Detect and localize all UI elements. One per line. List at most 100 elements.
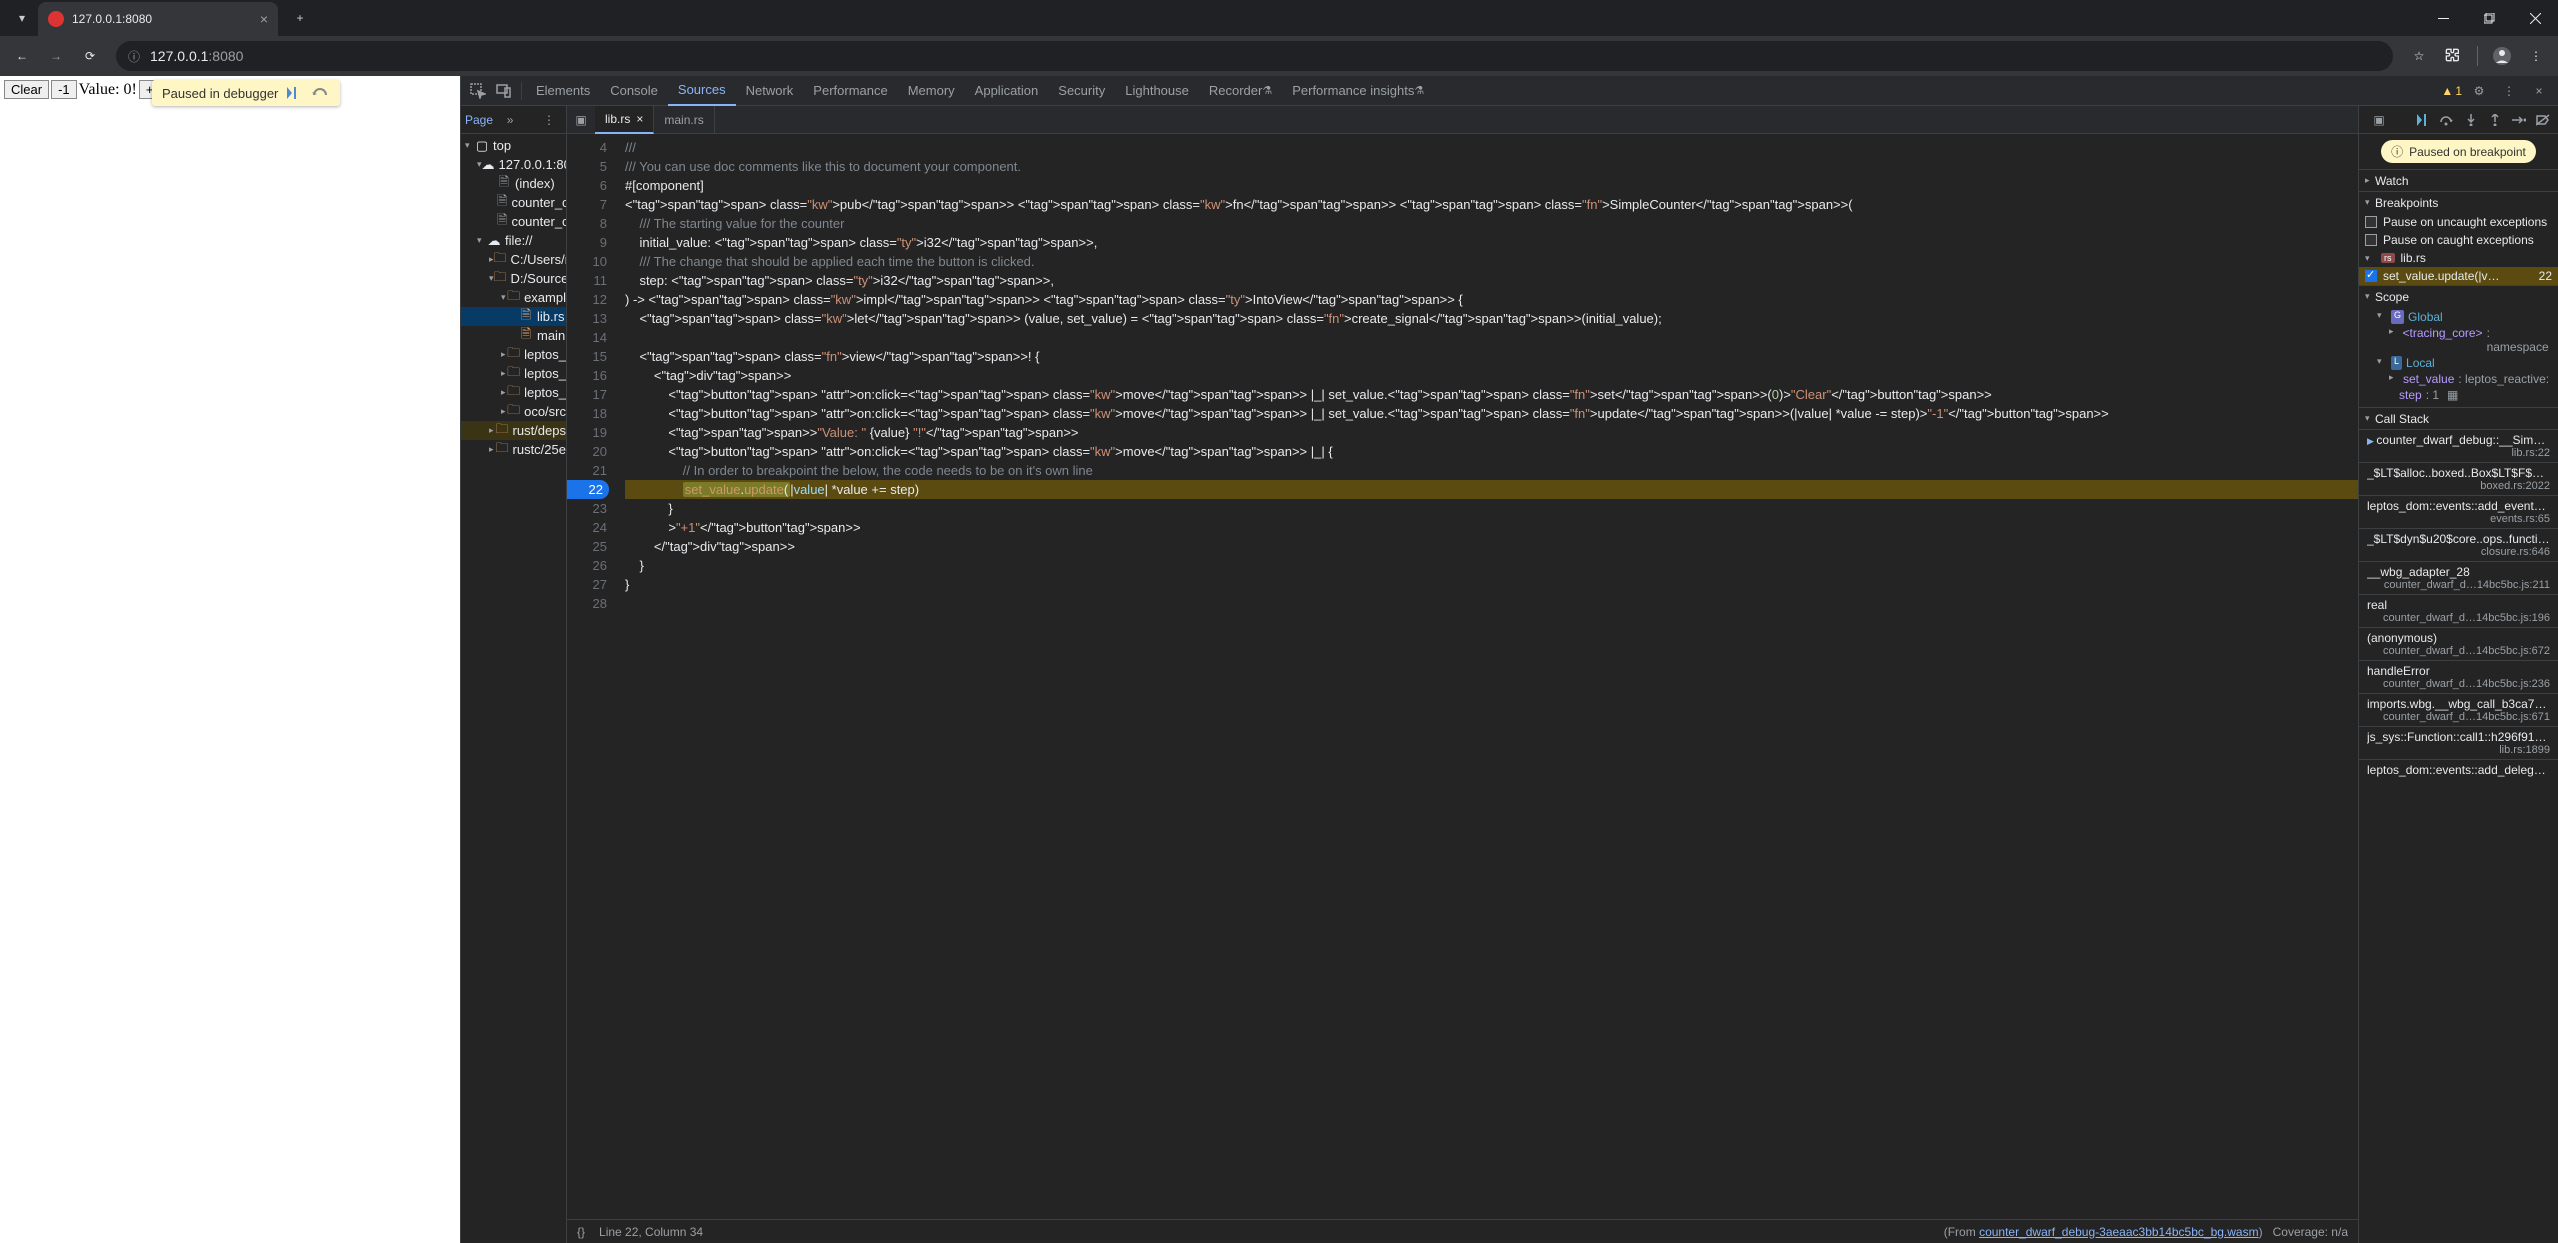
devtools-tab-security[interactable]: Security xyxy=(1048,76,1115,106)
maximize-button[interactable] xyxy=(2466,0,2512,36)
devtools-tabbar: ElementsConsoleSourcesNetworkPerformance… xyxy=(461,76,2558,106)
watch-section[interactable]: ▸Watch xyxy=(2359,169,2558,191)
overlay-resume-button[interactable] xyxy=(284,84,304,102)
browser-titlebar: ▾ 127.0.0.1:8080 × + xyxy=(0,0,2558,36)
page-viewport: Clear -1 Value: 0! +1 Paused in debugger xyxy=(0,76,460,1243)
devtools-tab-lighthouse[interactable]: Lighthouse xyxy=(1115,76,1199,106)
paused-banner: ⓘ Paused on breakpoint xyxy=(2381,140,2536,163)
address-bar[interactable]: ⓘ 127.0.0.1:8080 xyxy=(116,41,2393,71)
new-tab-button[interactable]: + xyxy=(286,4,314,32)
step-out-button[interactable] xyxy=(2486,111,2504,129)
navigator-menu-button[interactable]: ⋮ xyxy=(536,107,562,133)
scope-section[interactable]: ▾Scope xyxy=(2359,285,2558,307)
file-tabbar: ▣ lib.rs×main.rs xyxy=(567,106,2358,134)
devtools-tab-performance-insights[interactable]: Performance insights ⚗ xyxy=(1282,76,1434,106)
devtools-tab-recorder[interactable]: Recorder ⚗ xyxy=(1199,76,1282,106)
callstack-frame[interactable]: _$LT$alloc..boxed..Box$LT$F$C$…boxed.rs:… xyxy=(2359,462,2558,495)
pause-uncaught-toggle[interactable]: Pause on uncaught exceptions xyxy=(2359,213,2558,231)
breakpoint-row[interactable]: set_value.update(|v…22 xyxy=(2359,267,2558,285)
callstack-frame[interactable]: handleErrorcounter_dwarf_d…14bc5bc.js:23… xyxy=(2359,660,2558,693)
devtools-tab-application[interactable]: Application xyxy=(965,76,1049,106)
resume-button[interactable] xyxy=(2414,111,2432,129)
step-button[interactable] xyxy=(2510,111,2528,129)
callstack-frame[interactable]: leptos_dom::events::add_event_l…events.r… xyxy=(2359,495,2558,528)
callstack-frame[interactable]: (anonymous)counter_dwarf_d…14bc5bc.js:67… xyxy=(2359,627,2558,660)
line-gutter[interactable]: 4567891011121314151617181920212223242526… xyxy=(567,134,615,1219)
devtools-tab-console[interactable]: Console xyxy=(600,76,668,106)
devtools-panel: ElementsConsoleSourcesNetworkPerformance… xyxy=(460,76,2558,1243)
window-controls xyxy=(2420,0,2558,36)
back-button[interactable]: ← xyxy=(8,42,36,70)
code-area[interactable]: ////// You can use doc comments like thi… xyxy=(615,134,2358,1219)
devtools-settings-button[interactable]: ⚙ xyxy=(2466,78,2492,104)
devtools-close-button[interactable]: × xyxy=(2526,78,2552,104)
browser-tab[interactable]: 127.0.0.1:8080 × xyxy=(38,2,278,36)
toggle-navigator-button[interactable]: ▣ xyxy=(567,106,595,134)
inspect-element-button[interactable] xyxy=(465,78,491,104)
page-tab[interactable]: Page xyxy=(465,113,493,127)
clear-button[interactable]: Clear xyxy=(4,80,49,99)
callstack-section[interactable]: ▾Call Stack xyxy=(2359,407,2558,429)
close-file-icon[interactable]: × xyxy=(636,112,643,126)
favicon-icon xyxy=(48,11,64,27)
tab-search-button[interactable]: ▾ xyxy=(6,4,38,32)
debugger-controls: ▣ xyxy=(2359,106,2558,134)
bookmark-button[interactable]: ☆ xyxy=(2405,42,2433,70)
source-link[interactable]: counter_dwarf_debug-3aeaac3bb14bc5bc_bg.… xyxy=(1979,1225,2259,1239)
devtools-tab-memory[interactable]: Memory xyxy=(898,76,965,106)
callstack-frame[interactable]: js_sys::Function::call1::h296f914c…lib.r… xyxy=(2359,726,2558,759)
debug-banner-text: Paused in debugger xyxy=(162,86,278,101)
devtools-menu-button[interactable]: ⋮ xyxy=(2496,78,2522,104)
memory-icon[interactable]: ▦ xyxy=(2447,388,2458,402)
device-toolbar-button[interactable] xyxy=(491,78,517,104)
editor-pane: ▣ lib.rs×main.rs 45678910111213141516171… xyxy=(567,106,2358,1243)
toggle-debugger-button[interactable]: ▣ xyxy=(2365,106,2393,134)
devtools-tab-performance[interactable]: Performance xyxy=(803,76,897,106)
extensions-button[interactable] xyxy=(2439,42,2467,70)
callstack-frame[interactable]: leptos_dom::events::add_delega… xyxy=(2359,759,2558,780)
tab-title: 127.0.0.1:8080 xyxy=(72,12,252,26)
callstack-list: counter_dwarf_debug::__Simple…lib.rs:22_… xyxy=(2359,429,2558,780)
separator xyxy=(2477,46,2478,66)
menu-button[interactable]: ⋮ xyxy=(2522,42,2550,70)
step-into-button[interactable] xyxy=(2462,111,2480,129)
callstack-frame[interactable]: __wbg_adapter_28counter_dwarf_d…14bc5bc.… xyxy=(2359,561,2558,594)
deactivate-breakpoints-button[interactable] xyxy=(2534,111,2552,129)
close-window-button[interactable] xyxy=(2512,0,2558,36)
close-tab-icon[interactable]: × xyxy=(260,11,268,27)
breakpoint-file[interactable]: ▾rslib.rs xyxy=(2359,249,2558,267)
file-tab[interactable]: main.rs xyxy=(654,106,714,134)
callstack-frame[interactable]: _$LT$dyn$u20$core..ops..functio…closure.… xyxy=(2359,528,2558,561)
debugger-sidebar: ▣ ⓘ Paused on breakpoint ▸Watch ▾Breakpo… xyxy=(2358,106,2558,1243)
pause-caught-toggle[interactable]: Pause on caught exceptions xyxy=(2359,231,2558,249)
source-origin: (From counter_dwarf_debug-3aeaac3bb14bc5… xyxy=(1944,1225,2263,1239)
callstack-frame[interactable]: counter_dwarf_debug::__Simple…lib.rs:22 xyxy=(2359,429,2558,462)
callstack-frame[interactable]: imports.wbg.__wbg_call_b3ca7c…counter_dw… xyxy=(2359,693,2558,726)
warnings-badge[interactable]: ▲1 xyxy=(2441,84,2462,98)
file-tree[interactable]: ▾▢top ▾☁127.0.0.1:8080 🗎(index) 🗎counter… xyxy=(461,134,566,1243)
debugger-overlay: Paused in debugger xyxy=(152,80,340,106)
decrement-button[interactable]: -1 xyxy=(51,80,77,99)
step-over-button[interactable] xyxy=(2438,111,2456,129)
site-info-icon[interactable]: ⓘ xyxy=(128,48,140,65)
devtools-tab-elements[interactable]: Elements xyxy=(526,76,600,106)
minimize-button[interactable] xyxy=(2420,0,2466,36)
value-label: Value: 0! xyxy=(79,81,137,99)
profile-button[interactable] xyxy=(2488,42,2516,70)
forward-button[interactable]: → xyxy=(42,42,70,70)
reload-button[interactable]: ⟳ xyxy=(76,42,104,70)
file-tab[interactable]: lib.rs× xyxy=(595,106,654,134)
devtools-tab-network[interactable]: Network xyxy=(736,76,804,106)
navigator-more-button[interactable]: » xyxy=(497,107,523,133)
code-editor[interactable]: 4567891011121314151617181920212223242526… xyxy=(567,134,2358,1219)
cursor-position: Line 22, Column 34 xyxy=(599,1225,703,1239)
devtools-tab-sources[interactable]: Sources xyxy=(668,76,736,106)
brackets-icon[interactable]: {} xyxy=(577,1225,585,1239)
overlay-step-button[interactable] xyxy=(310,84,330,102)
breakpoints-section[interactable]: ▾Breakpoints xyxy=(2359,191,2558,213)
info-icon: ⓘ xyxy=(2391,143,2403,160)
browser-toolbar: ← → ⟳ ⓘ 127.0.0.1:8080 ☆ ⋮ xyxy=(0,36,2558,76)
callstack-frame[interactable]: realcounter_dwarf_d…14bc5bc.js:196 xyxy=(2359,594,2558,627)
editor-statusbar: {} Line 22, Column 34 (From counter_dwar… xyxy=(567,1219,2358,1243)
sources-navigator: Page » ⋮ ▾▢top ▾☁127.0.0.1:8080 🗎(index)… xyxy=(461,106,567,1243)
